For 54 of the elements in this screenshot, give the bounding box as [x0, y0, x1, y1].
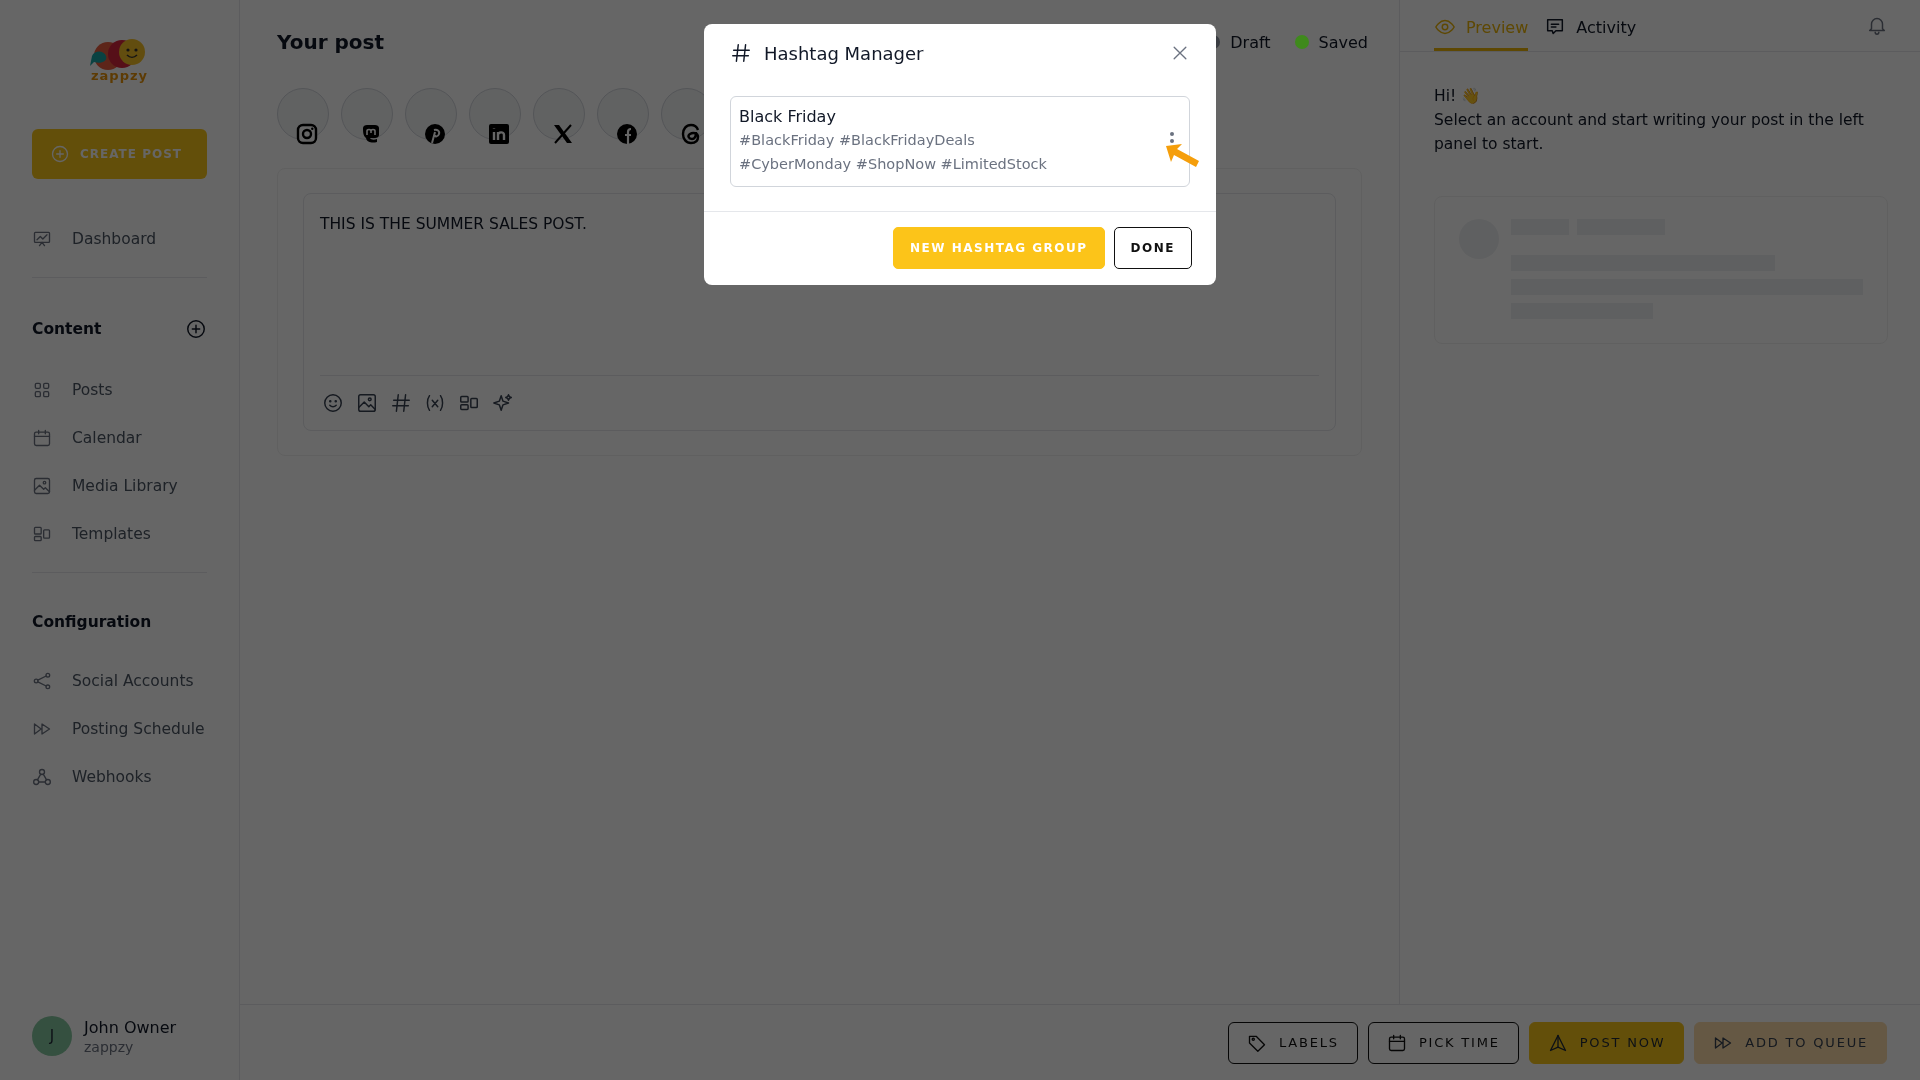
helper-text: Select an account and start writing your post in the left panel to start. [1434, 110, 1865, 155]
add-circle-icon[interactable] [185, 318, 207, 340]
status-label: Saved [1318, 32, 1368, 52]
dialog-button[interactable]: DONE [1113, 227, 1192, 269]
webhook-icon [32, 767, 52, 787]
calendar-icon [32, 428, 52, 448]
facebook-icon [615, 122, 639, 146]
hashtag-icon [730, 42, 752, 64]
sparkles-icon[interactable] [492, 392, 514, 414]
share-icon [32, 671, 52, 691]
action-button[interactable]: PICK TIME [1367, 1021, 1519, 1064]
calendar-icon [1386, 1032, 1407, 1053]
dialog-title: Hashtag Manager [764, 42, 925, 64]
panel-tab[interactable]: Preview [1434, 16, 1529, 51]
arrow-icon [1164, 142, 1202, 170]
action-button[interactable]: ADD TO QUEUE [1694, 1021, 1887, 1064]
action-button[interactable]: LABELS [1228, 1021, 1358, 1064]
instagram-icon [295, 122, 319, 146]
image-icon[interactable] [356, 392, 378, 414]
panel-tab[interactable]: Activity [1544, 16, 1637, 51]
plus-circle-icon [50, 144, 70, 164]
nav-link[interactable]: Social Accounts [72, 672, 194, 690]
grid-icon [32, 380, 52, 400]
dashboard-icon [32, 229, 52, 249]
hashtag-list: #BlackFriday #BlackFridayDeals #CyberMonday #ShopNow #LimitedStock [739, 128, 1079, 176]
section-heading: Content [32, 320, 102, 338]
nav-link[interactable]: Posts [72, 381, 113, 399]
hashtag-group-card[interactable]: Black Friday #BlackFriday #BlackFridayDeals #CyberMonday #ShopNow #LimitedStock [730, 96, 1190, 187]
user-avatar: J [32, 1016, 72, 1056]
emoji-icon[interactable] [322, 392, 344, 414]
x-logo-icon [551, 122, 575, 146]
status-label: Draft [1230, 32, 1271, 52]
workspace-name: zappzy [84, 1038, 135, 1055]
nav-link[interactable]: Posting Schedule [72, 720, 205, 738]
template-icon [32, 524, 52, 544]
linkedin-icon [487, 122, 511, 146]
group-name: Black Friday [739, 107, 837, 126]
logo-text: zappzy [91, 68, 148, 83]
nav-link[interactable]: Webhooks [72, 768, 152, 786]
variable-icon[interactable] [424, 392, 446, 414]
user-name: John Owner [84, 1017, 177, 1037]
send-icon [1547, 1032, 1568, 1053]
nav-link[interactable]: Dashboard [72, 230, 157, 248]
dialog-button[interactable]: NEW HASHTAG GROUP [893, 227, 1105, 269]
nav-link[interactable]: Media Library [72, 477, 178, 495]
nav-link[interactable]: Templates [72, 525, 151, 543]
image-icon [32, 476, 52, 496]
section-heading: Configuration [32, 613, 152, 631]
greeting-text: Hi! 👋 [1434, 86, 1482, 107]
action-button[interactable]: POST NOW [1528, 1021, 1685, 1064]
page-title: Your post [277, 30, 384, 54]
pinterest-icon [423, 122, 447, 146]
hashtag-icon[interactable] [390, 392, 412, 414]
nav-link[interactable]: Calendar [72, 429, 142, 447]
